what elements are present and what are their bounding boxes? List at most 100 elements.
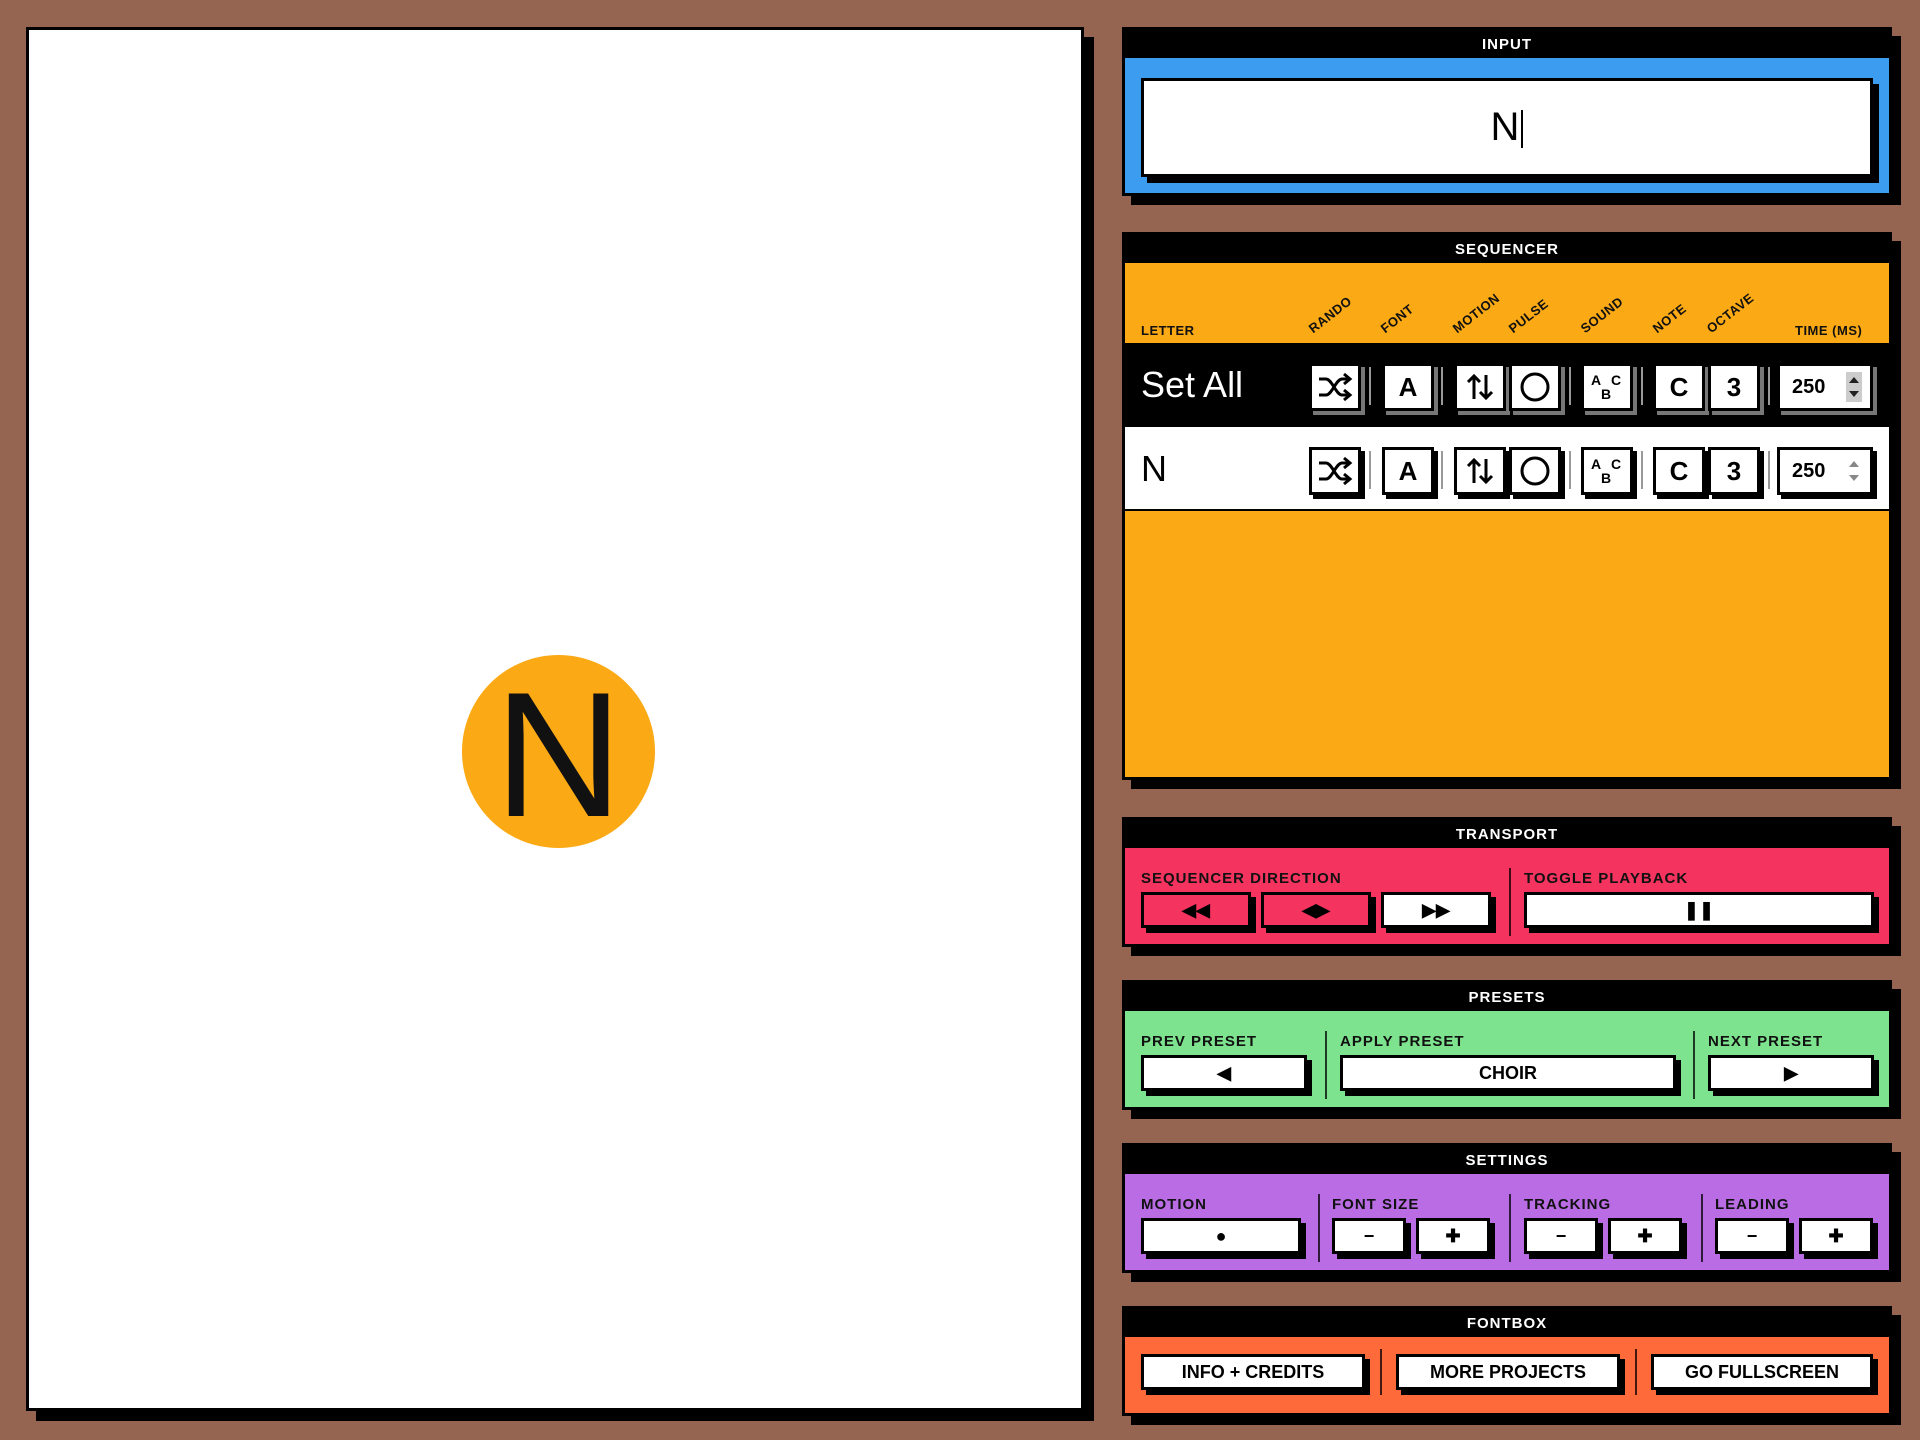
minus-icon: − xyxy=(1363,1225,1375,1246)
time-value: 250 xyxy=(1792,460,1826,482)
separator xyxy=(1768,451,1770,489)
fast-forward-icon: ▶▶ xyxy=(1422,899,1450,920)
go-fullscreen-button[interactable]: GO FULLSCREEN xyxy=(1651,1354,1873,1390)
separator xyxy=(1635,1349,1637,1395)
plus-icon: ✚ xyxy=(1445,1225,1461,1246)
separator xyxy=(1509,1194,1511,1262)
active-letter: N xyxy=(494,654,623,854)
col-motion: MOTION xyxy=(1449,290,1503,336)
button-label: GO FULLSCREEN xyxy=(1684,1361,1839,1382)
presets-panel: PRESETS PREV PRESET APPLY PRESET NEXT PR… xyxy=(1122,980,1892,1110)
font-button[interactable]: A xyxy=(1382,447,1434,495)
note-value: C xyxy=(1669,455,1689,486)
note-value: C xyxy=(1669,371,1689,402)
leading-increase-button[interactable]: ✚ xyxy=(1799,1218,1873,1254)
separator xyxy=(1369,451,1371,489)
abc-icon: ABC xyxy=(1591,456,1621,486)
pause-icon: ❚❚ xyxy=(1683,899,1715,920)
plus-icon: ✚ xyxy=(1637,1225,1653,1246)
direction-backward-button[interactable]: ◀◀ xyxy=(1141,892,1251,928)
octave-button[interactable]: 3 xyxy=(1708,447,1760,495)
octave-value: 3 xyxy=(1726,371,1742,402)
settings-panel: SETTINGS MOTION FONT SIZE TRACKING LEADI… xyxy=(1122,1143,1892,1273)
font-size-label: FONT SIZE xyxy=(1332,1196,1420,1213)
minus-icon: − xyxy=(1746,1225,1758,1246)
more-projects-button[interactable]: MORE PROJECTS xyxy=(1396,1354,1620,1390)
panel-title: SETTINGS xyxy=(1125,1146,1889,1174)
next-preset-label: NEXT PRESET xyxy=(1708,1033,1824,1050)
separator xyxy=(1509,868,1511,936)
svg-text:B: B xyxy=(1601,470,1611,486)
col-sound: SOUND xyxy=(1577,293,1626,336)
panel-title: PRESETS xyxy=(1125,983,1889,1011)
panel-title: INPUT xyxy=(1125,30,1889,58)
tracking-decrease-button[interactable]: − xyxy=(1524,1218,1598,1254)
sound-button[interactable]: ABC xyxy=(1581,363,1633,411)
separator xyxy=(1701,1194,1703,1262)
apply-preset-button[interactable]: CHOIR xyxy=(1340,1055,1676,1091)
apply-preset-label: APPLY PRESET xyxy=(1340,1033,1465,1050)
sequencer-panel: SEQUENCER LETTER RANDO FONT MOTION PULSE… xyxy=(1122,232,1892,780)
direction-pingpong-button[interactable]: ◀▶ xyxy=(1261,892,1371,928)
font-size-decrease-button[interactable]: − xyxy=(1332,1218,1406,1254)
octave-button[interactable]: 3 xyxy=(1708,363,1760,411)
note-button[interactable]: C xyxy=(1653,447,1705,495)
font-button[interactable]: A xyxy=(1382,363,1434,411)
motion-button[interactable] xyxy=(1454,447,1506,495)
separator xyxy=(1569,451,1571,489)
col-pulse: PULSE xyxy=(1505,295,1552,336)
prev-preset-button[interactable]: ◀ xyxy=(1141,1055,1307,1091)
svg-text:B: B xyxy=(1601,386,1611,402)
tracking-increase-button[interactable]: ✚ xyxy=(1608,1218,1682,1254)
time-input[interactable]: 250 xyxy=(1777,363,1873,411)
separator xyxy=(1325,1031,1327,1099)
row-label: Set All xyxy=(1141,364,1244,405)
prev-preset-label: PREV PRESET xyxy=(1141,1033,1258,1050)
input-panel: INPUT N xyxy=(1122,27,1892,196)
separator xyxy=(1380,1349,1382,1395)
rewind-icon: ◀◀ xyxy=(1182,899,1210,920)
time-input[interactable]: 250 xyxy=(1777,447,1873,495)
next-preset-button[interactable]: ▶ xyxy=(1708,1055,1874,1091)
separator xyxy=(1569,367,1571,405)
bidirectional-icon: ◀▶ xyxy=(1302,899,1330,920)
button-label: MORE PROJECTS xyxy=(1429,1361,1587,1382)
letter-input[interactable]: N xyxy=(1141,78,1873,177)
row-label: N xyxy=(1141,448,1167,489)
playback-label: TOGGLE PLAYBACK xyxy=(1524,870,1689,887)
sequencer-row-letter: N A ABC C 3 250 xyxy=(1125,427,1889,511)
rando-button[interactable] xyxy=(1309,447,1361,495)
minus-icon: − xyxy=(1555,1225,1567,1246)
separator xyxy=(1693,1031,1695,1099)
info-credits-button[interactable]: INFO + CREDITS xyxy=(1141,1354,1365,1390)
motion-toggle-button[interactable]: ● xyxy=(1141,1218,1301,1254)
motion-button[interactable] xyxy=(1454,363,1506,411)
separator xyxy=(1318,1194,1320,1262)
circle-icon xyxy=(1520,456,1550,486)
dot-icon: ● xyxy=(1215,1225,1227,1246)
separator xyxy=(1369,367,1371,405)
up-down-arrows-icon xyxy=(1466,457,1494,485)
time-value: 250 xyxy=(1792,376,1826,398)
font-size-increase-button[interactable]: ✚ xyxy=(1416,1218,1490,1254)
direction-forward-button[interactable]: ▶▶ xyxy=(1381,892,1491,928)
pulse-button[interactable] xyxy=(1509,363,1561,411)
leading-decrease-button[interactable]: − xyxy=(1715,1218,1789,1254)
separator xyxy=(1641,367,1643,405)
button-label: INFO + CREDITS xyxy=(1181,1361,1325,1382)
sequencer-column-headers: LETTER RANDO FONT MOTION PULSE SOUND NOT… xyxy=(1125,263,1889,343)
triangle-right-icon: ▶ xyxy=(1784,1062,1798,1083)
rando-button[interactable] xyxy=(1309,363,1361,411)
leading-label: LEADING xyxy=(1715,1196,1790,1213)
note-button[interactable]: C xyxy=(1653,363,1705,411)
circle-icon xyxy=(1520,372,1550,402)
preset-name: CHOIR xyxy=(1479,1062,1537,1083)
spinner-icon[interactable] xyxy=(1846,372,1862,402)
triangle-left-icon: ◀ xyxy=(1217,1062,1231,1083)
separator xyxy=(1768,367,1770,405)
font-value: A xyxy=(1398,371,1418,402)
toggle-playback-button[interactable]: ❚❚ xyxy=(1524,892,1874,928)
spinner-icon[interactable] xyxy=(1846,456,1862,486)
pulse-button[interactable] xyxy=(1509,447,1561,495)
sound-button[interactable]: ABC xyxy=(1581,447,1633,495)
